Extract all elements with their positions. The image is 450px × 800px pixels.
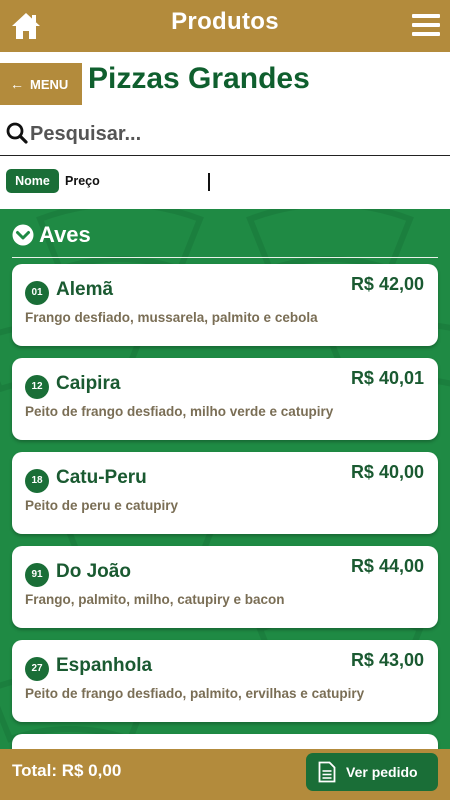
product-card-partial[interactable] <box>12 734 438 749</box>
category-divider <box>12 257 438 258</box>
product-card[interactable]: 12 Caipira R$ 40,01 Peito de frango desf… <box>12 358 438 440</box>
footer-bar: Total: R$ 0,00 Ver pedido <box>0 749 450 800</box>
product-description: Peito de frango desfiado, milho verde e … <box>25 404 334 419</box>
product-card[interactable]: 27 Espanhola R$ 43,00 Peito de frango de… <box>12 640 438 722</box>
product-price: R$ 40,01 <box>350 368 424 388</box>
product-name: Catu-Peru <box>56 467 147 488</box>
sort-bar: Nome Preço <box>0 164 450 200</box>
product-list[interactable]: Aves 01 Alemã R$ 42,00 Frango desfiado, … <box>0 209 450 749</box>
product-name: Caipira <box>56 373 121 394</box>
search-icon <box>6 122 28 144</box>
app-header: Produtos <box>0 0 450 52</box>
product-description: Frango, palmito, milho, catupiry e bacon <box>25 592 285 607</box>
product-price: R$ 42,00 <box>350 274 424 294</box>
product-description: Peito de peru e catupiry <box>25 498 179 513</box>
product-description: Frango desfiado, mussarela, palmito e ce… <box>25 310 318 325</box>
hamburger-icon[interactable] <box>412 14 440 38</box>
product-code-badge: 12 <box>25 375 49 399</box>
view-order-label: Ver pedido <box>346 764 418 780</box>
product-code-badge: 18 <box>25 469 49 493</box>
product-price: R$ 40,00 <box>350 462 424 482</box>
page-title: Pizzas Grandes <box>88 62 310 95</box>
category-header-aves[interactable]: Aves <box>12 222 91 248</box>
back-menu-button[interactable]: ← MENU <box>0 63 82 105</box>
product-card[interactable]: 91 Do João R$ 44,00 Frango, palmito, mil… <box>12 546 438 628</box>
menu-button-label: MENU <box>30 76 69 92</box>
product-name: Alemã <box>56 279 114 300</box>
document-icon <box>318 761 336 783</box>
product-code-badge: 01 <box>25 281 49 305</box>
product-price: R$ 44,00 <box>350 556 424 576</box>
sort-by-name-button[interactable]: Nome <box>6 169 59 193</box>
product-card[interactable]: 01 Alemã R$ 42,00 Frango desfiado, mussa… <box>12 264 438 346</box>
category-label: Aves <box>39 222 91 247</box>
product-name: Do João <box>56 561 131 582</box>
search-input[interactable]: Pesquisar... <box>30 123 141 146</box>
header-title: Produtos <box>171 8 279 35</box>
order-total: Total: R$ 0,00 <box>12 761 122 780</box>
sort-by-price-button[interactable]: Preço <box>65 174 100 188</box>
product-price: R$ 43,00 <box>350 650 424 670</box>
arrow-left-icon: ← <box>10 76 24 92</box>
product-code-badge: 27 <box>25 657 49 681</box>
chevron-down-circle-icon <box>12 224 34 246</box>
product-description: Peito de frango desfiado, palmito, ervil… <box>25 686 365 701</box>
divider <box>208 173 210 191</box>
view-order-button[interactable]: Ver pedido <box>306 753 438 791</box>
product-code-badge: 91 <box>25 563 49 587</box>
search-bar[interactable]: Pesquisar... <box>0 114 450 156</box>
product-name: Espanhola <box>56 655 153 676</box>
product-card[interactable]: 18 Catu-Peru R$ 40,00 Peito de peru e ca… <box>12 452 438 534</box>
